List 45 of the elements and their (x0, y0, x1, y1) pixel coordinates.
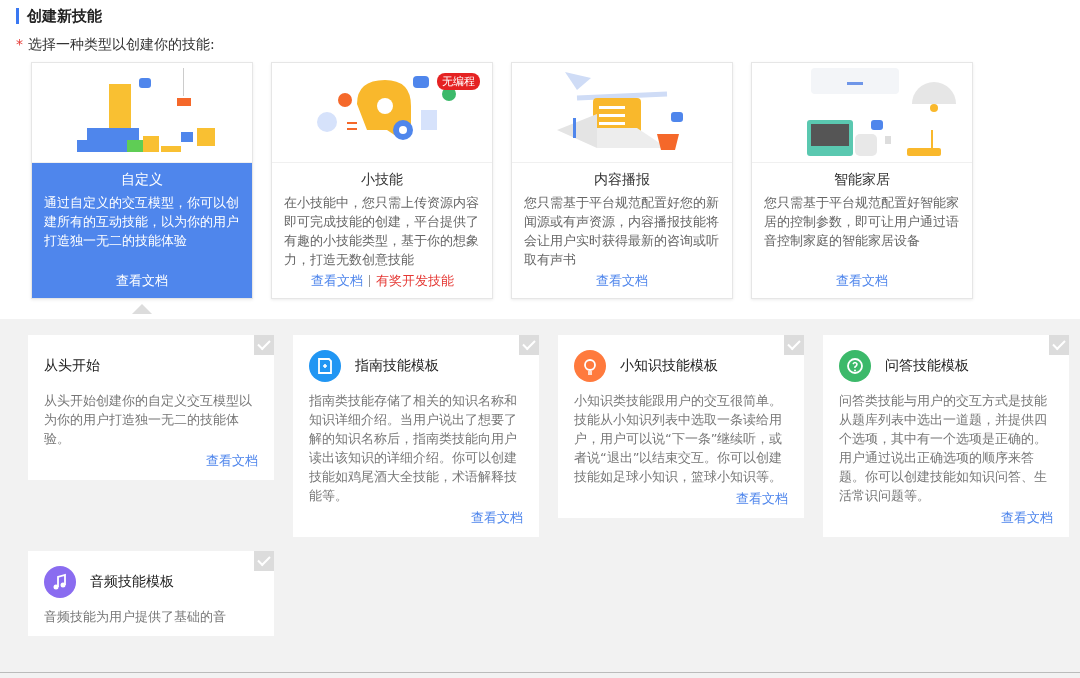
prompt-text: 选择一种类型以创建你的技能: (28, 36, 215, 54)
template-card[interactable]: 小知识技能模板 小知识类技能跟用户的交互很简单。技能从小知识列表中选取一条读给用户，用户可以说“下一条”继续听，或者说“退出”以结束交互。你可以创建技能如足球小知识，篮球小知识等。 查看文档 (558, 335, 804, 518)
section-title: 创建新技能 (16, 8, 1068, 24)
docs-link[interactable]: 查看文档 (836, 272, 888, 290)
docs-link[interactable]: 查看文档 (116, 272, 168, 290)
template-title: 问答技能模板 (885, 357, 969, 375)
docs-link[interactable]: 查看文档 (596, 272, 648, 290)
template-card[interactable]: 指南技能模板 指南类技能存储了相关的知识名称和知识详细介绍。当用户说出了想要了解的知识名称后，指南类技能向用户读出该知识的详细介绍。你可以创建技能如鸡尾酒大全技能，术语解释技能等。 查看文档 (293, 335, 539, 537)
card-description: 您只需基于平台规范配置好智能家居的控制参数，即可让用户通过语音控制家庭的智能家居设备 (764, 194, 960, 250)
template-title: 音频技能模板 (90, 573, 174, 591)
skill-type-card[interactable]: 内容播报 您只需基于平台规范配置好您的新闻源或有声资源，内容播报技能将会让用户实时获得最新的咨询或听取有声书 查看文档 (511, 62, 733, 299)
template-description: 从头开始创建你的自定义交互模型以为你的用户打造独一无二的技能体验。 (44, 392, 253, 448)
template-title: 指南技能模板 (355, 357, 439, 375)
card-description: 您只需基于平台规范配置好您的新闻源或有声资源，内容播报技能将会让用户实时获得最新的咨询或听取有声书 (524, 194, 720, 269)
card-description: 在小技能中，您只需上传资源内容即可完成技能的创建，平台提供了有趣的小技能类型，基于你的想象力，打造无数创意技能 (284, 194, 480, 269)
checkbox[interactable] (519, 335, 539, 355)
checkbox[interactable] (1049, 335, 1069, 355)
card-description: 通过自定义的交互模型，你可以创建所有的互动技能，以为你的用户打造独一无二的技能体验 (44, 194, 240, 250)
skill-type-card[interactable]: 自定义 通过自定义的交互模型，你可以创建所有的互动技能，以为你的用户打造独一无二的技能体验 查看文档 (31, 62, 253, 299)
template-description: 指南类技能存储了相关的知识名称和知识详细介绍。当用户说出了想要了解的知识名称后，指南类技能向用户读出该知识的详细介绍。你可以创建技能如鸡尾酒大全技能，术语解释技能等。 (309, 392, 518, 505)
reward-link[interactable]: 有奖开发技能 (375, 272, 454, 290)
docs-link[interactable]: 查看文档 (206, 453, 258, 468)
template-card[interactable]: 音频技能模板 音频技能为用户提供了基础的音 (28, 551, 274, 636)
card-title: 智能家居 (833, 171, 891, 189)
docs-link[interactable]: 查看文档 (1001, 510, 1053, 525)
badge: 无编程 (437, 73, 480, 90)
template-card[interactable]: 问答技能模板 问答类技能与用户的交互方式是技能从题库列表中选出一道题，并提供四个选项，其中有一个选项是正确的。用户通过说出正确选项的顺序来答题。你可以创建技能如知识问答、生活常识问题等。 查看文档 (823, 335, 1069, 537)
docs-link[interactable]: 查看文档 (471, 510, 523, 525)
checkbox[interactable] (784, 335, 804, 355)
template-title: 从头开始 (44, 357, 100, 375)
template-title: 小知识技能模板 (620, 357, 718, 375)
docs-link[interactable]: 查看文档 (736, 491, 788, 506)
card-title: 内容播报 (593, 171, 651, 189)
checkbox[interactable] (254, 335, 274, 355)
card-title: 自定义 (120, 171, 164, 189)
checkbox[interactable] (254, 551, 274, 571)
template-description: 小知识类技能跟用户的交互很简单。技能从小知识列表中选取一条读给用户，用户可以说“下一条”继续听，或者说“退出”以结束交互。你可以创建技能如足球小知识，篮球小知识等。 (574, 392, 784, 486)
skill-type-card[interactable]: 无编程 小技能 在小技能中，您只需上传资源内容即可完成技能的创建，平台提供了有趣的小技能类型，基于你的想象力，打造无数创意技能 查看文档 有奖开发技能 (271, 62, 493, 299)
template-card[interactable]: 从头开始 从头开始创建你的自定义交互模型以为你的用户打造独一无二的技能体验。 查看文档 (28, 335, 274, 480)
required-mark: * (16, 36, 23, 54)
skill-type-card[interactable]: 智能家居 您只需基于平台规范配置好智能家居的控制参数，即可让用户通过语音控制家庭的智能家居设备 查看文档 (751, 62, 973, 299)
card-title: 小技能 (360, 171, 404, 189)
template-description: 问答类技能与用户的交互方式是技能从题库列表中选出一道题，并提供四个选项，其中有一个选项是正确的。用户通过说出正确选项的顺序来答题。你可以创建技能如知识问答、生活常识问题等。 (839, 392, 1048, 505)
template-description: 音频技能为用户提供了基础的音 (44, 608, 227, 626)
docs-link[interactable]: 查看文档 (310, 272, 363, 290)
